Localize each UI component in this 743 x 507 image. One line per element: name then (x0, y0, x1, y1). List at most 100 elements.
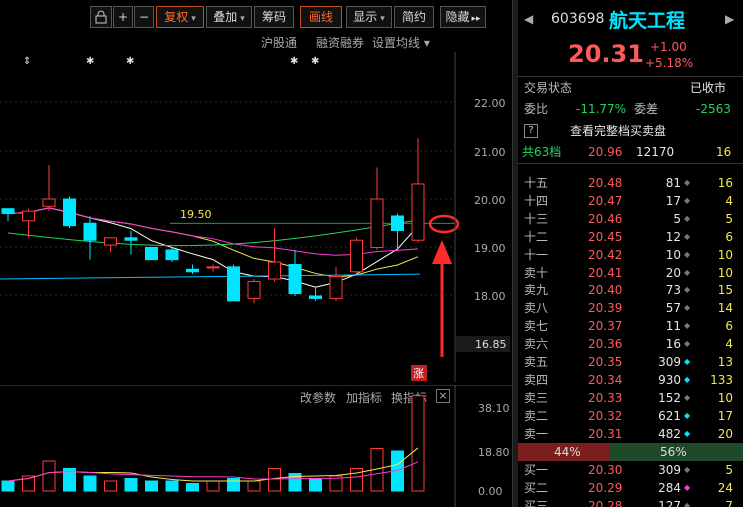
level-volume: 5 (673, 211, 681, 226)
ask-level-row[interactable]: 卖七 20.37 11 6 ◆ (518, 317, 743, 335)
order-mark-icon: ◆ (684, 231, 691, 241)
ask-level-row[interactable]: 卖六 20.36 16 4 ◆ (518, 335, 743, 353)
ask-level-row[interactable]: 卖八 20.39 57 14 ◆ (518, 299, 743, 317)
candle-body (124, 237, 138, 241)
price-tick-3: 19.00 (474, 242, 506, 255)
volume-bar (83, 475, 97, 492)
expand-icon: ▸▸ (471, 14, 481, 24)
level-volume: 17 (665, 193, 681, 208)
event-marker-icon[interactable]: ✱ (126, 56, 134, 67)
level-volume: 309 (658, 463, 681, 477)
rzrq-link[interactable]: 融资融券 (316, 34, 364, 50)
volume-bar (42, 460, 56, 492)
candle-body (288, 263, 302, 295)
level-volume: 81 (665, 176, 681, 190)
event-marker-icon[interactable]: ✱ (86, 56, 94, 67)
event-marker-icon[interactable]: ✱ (311, 56, 319, 67)
level-volume: 482 (658, 426, 681, 441)
event-marker-icon[interactable]: ✱ (290, 56, 298, 67)
prev-stock-icon[interactable]: ◀ (524, 10, 533, 28)
level-price: 20.32 (588, 408, 623, 423)
level-price: 20.31 (588, 426, 623, 441)
hgt-link[interactable]: 沪股通 (261, 34, 297, 50)
display-button[interactable]: 显示 (346, 6, 392, 28)
ask-level-row[interactable]: 十一 20.42 10 10 ◆ (518, 246, 743, 264)
price-header: 20.31 +1.00 +5.18% (518, 40, 743, 70)
order-mark-icon: ◆ (684, 465, 691, 474)
level-price: 20.47 (588, 193, 623, 208)
order-mark-icon: ◆ (684, 178, 691, 187)
level-count: 20 (717, 426, 733, 441)
ma-settings-link[interactable]: 设置均线 ▾ (372, 34, 430, 50)
volume-bar (411, 395, 425, 492)
display-label: 显示 (353, 10, 378, 24)
level-count: 15 (717, 283, 733, 298)
level-label: 卖三 (524, 390, 549, 405)
lock-icon[interactable] (90, 6, 112, 28)
bid-level-row[interactable]: 买一 20.30 309 5 ◆ (518, 461, 743, 479)
next-stock-icon[interactable]: ▶ (725, 10, 734, 28)
ask-level-row[interactable]: 十五 20.48 81 16 ◆ (518, 174, 743, 192)
full-book-row[interactable]: ? 查看完整档买卖盘 (518, 122, 743, 140)
candle-body (186, 268, 199, 273)
level-volume: 284 (658, 481, 681, 495)
level-price: 20.30 (588, 463, 623, 477)
event-marker-icon[interactable]: ⇕ (23, 56, 31, 67)
candle-body (247, 280, 261, 299)
order-mark-icon: ◆ (684, 428, 691, 438)
ask-level-row[interactable]: 卖一 20.31 482 20 ◆ (518, 425, 743, 443)
level-label: 卖七 (524, 319, 549, 334)
order-mark-icon: ◆ (684, 392, 691, 402)
weibi-row: 委比 -11.77% 委差 -2563 (518, 100, 743, 118)
simple-button[interactable]: 简约 (394, 6, 434, 28)
level-count: 5 (725, 463, 733, 477)
level-label: 卖十 (524, 265, 549, 280)
fuquan-button[interactable]: 复权 (156, 6, 204, 28)
ask-level-row[interactable]: 卖三 20.33 152 10 ◆ (518, 389, 743, 407)
lock-glyph (95, 10, 107, 24)
volume-bar (165, 480, 179, 492)
price-change-pct: +5.18% (645, 56, 694, 70)
ask-level-row[interactable]: 十二 20.45 12 6 ◆ (518, 228, 743, 246)
price-chart[interactable]: ⇕ ✱ ✱ ✱ ✱ 22.00 21.00 20.00 19.00 18.00 16.8… (0, 52, 512, 382)
quote-panel: ◀ 603698 航天工程 ▶ 20.31 +1.00 +5.18% 交易状态 … (518, 0, 743, 507)
level-count: 10 (717, 390, 733, 405)
ask-level-row[interactable]: 卖十 20.41 20 10 ◆ (518, 264, 743, 282)
status-label: 交易状态 (524, 81, 573, 95)
bid-level-row[interactable]: 买三 20.28 127 7 ◆ (518, 497, 743, 507)
candle-body (63, 198, 76, 227)
draw-line-button[interactable]: 画线 (300, 6, 342, 28)
zoom-out-button[interactable]: − (134, 6, 154, 28)
kline-chart-pane[interactable]: + − 复权 叠加 筹码 画线 显示 简约 隐藏▸▸ 沪股通 融资融券 设置均线… (0, 0, 512, 507)
level-volume: 73 (665, 283, 681, 298)
ask-level-row[interactable]: 卖九 20.40 73 15 ◆ (518, 281, 743, 299)
overlay-button[interactable]: 叠加 (206, 6, 252, 28)
candle-body (268, 261, 281, 280)
level-volume: 11 (665, 319, 681, 334)
level-count: 10 (717, 265, 733, 280)
level-volume: 309 (658, 355, 681, 369)
volume-bar (145, 480, 158, 492)
ask-level-row[interactable]: 卖五 20.35 309 13 ◆ (518, 353, 743, 371)
order-mark-icon: ◆ (684, 285, 691, 295)
hide-button[interactable]: 隐藏 ▸▸ (440, 6, 486, 28)
current-price-label: 16.85 (475, 338, 507, 351)
volume-bar (1, 480, 15, 492)
volume-bar (186, 483, 199, 492)
full-book-link[interactable]: 查看完整档买卖盘 (570, 122, 666, 140)
ask-level-row[interactable]: 卖二 20.32 621 17 ◆ (518, 407, 743, 425)
zoom-in-button[interactable]: + (113, 6, 133, 28)
level-volume: 10 (665, 247, 681, 262)
ask-level-row[interactable]: 卖四 20.34 930 133 ◆ (518, 371, 743, 389)
order-mark-icon: ◆ (684, 195, 691, 205)
chips-button[interactable]: 筹码 (254, 6, 294, 28)
candle-body (206, 266, 220, 269)
volume-chart[interactable]: 38.10 18.80 0.00 (0, 385, 512, 507)
level-label: 卖一 (524, 426, 549, 441)
stock-code: 603698 (551, 11, 605, 27)
ask-level-row[interactable]: 十四 20.47 17 4 ◆ (518, 192, 743, 210)
bid-level-row[interactable]: 买二 20.29 284 24 ◆ (518, 479, 743, 497)
ask-level-row[interactable]: 十三 20.46 5 5 ◆ (518, 210, 743, 228)
sell-pct: 56% (660, 445, 687, 459)
level-price: 20.29 (588, 481, 623, 495)
